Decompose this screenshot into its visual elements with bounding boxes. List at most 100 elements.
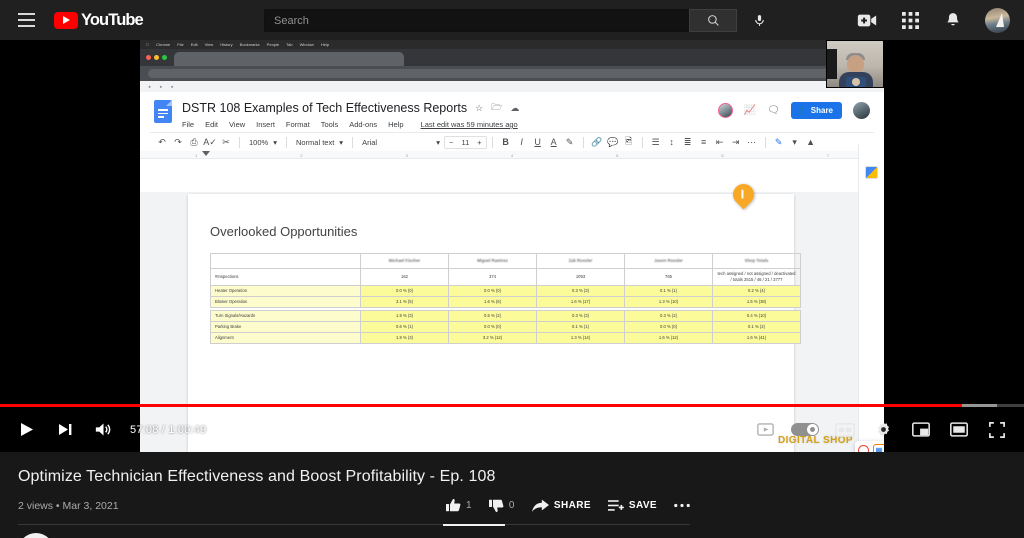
account-avatar[interactable] [985,7,1010,33]
star-icon[interactable]: ☆ [475,103,483,114]
search-input[interactable] [274,14,689,27]
dislike-button[interactable]: 0 [488,498,515,513]
ruler-tick: 3 [405,153,408,158]
insert-image-icon[interactable]: 🖻 [621,134,637,150]
autoplay-badge-button[interactable] [746,411,784,449]
share-arrow-icon [531,499,549,512]
editing-mode-chevron-icon[interactable]: ▾ [787,134,803,150]
style-value: Normal text [295,137,335,147]
paint-format-icon[interactable]: ✂ [218,134,234,150]
font-size-stepper[interactable]: − 11 + [444,135,487,149]
window-traffic-lights[interactable] [146,49,174,66]
numbered-list-icon[interactable]: ≣ [680,134,696,150]
bookmark-item[interactable]: ★ [170,85,173,89]
more-actions-button[interactable] [674,503,690,508]
docs-menu-insert[interactable]: Insert [256,120,275,129]
docs-menu-view[interactable]: View [229,120,245,129]
zoom-select[interactable]: 100% ▾ [245,137,281,147]
add-comment-icon[interactable]: 💬 [605,134,621,150]
row-label: #Inspections [210,268,361,286]
redo-icon[interactable]: ↷ [170,134,186,150]
next-video-button[interactable] [46,411,84,449]
undo-icon[interactable]: ↶ [154,134,170,150]
maximize-window-icon[interactable] [162,55,167,60]
notifications-bell-icon[interactable] [942,9,964,31]
search-box[interactable] [264,9,689,32]
autoplay-toggle[interactable] [784,411,826,449]
like-button[interactable]: 1 [445,498,472,513]
search-button[interactable] [689,9,737,32]
last-edit-label[interactable]: Last edit was 59 minutes ago [421,120,518,129]
docs-menu-format[interactable]: Format [286,120,310,129]
table-header-cell: Michael Fischer [360,253,449,269]
bold-button[interactable]: B [498,134,514,150]
row-cell: 1093 [536,268,625,286]
row-cell: 3.2 % (12) [448,331,537,344]
highlight-icon[interactable]: ✎ [562,134,578,150]
apps-grid-icon[interactable] [899,9,921,31]
browser-tab[interactable] [174,52,404,66]
miniplayer-button[interactable] [902,411,940,449]
docs-menu-addons[interactable]: Add-ons [349,120,377,129]
spellcheck-icon[interactable]: A✓ [202,134,218,150]
video-player[interactable]:  Chrome File Edit View History Bookmark… [0,40,1024,452]
row-cell: 1.6 % (41) [712,331,801,344]
autoplay-switch[interactable] [791,423,819,436]
volume-button[interactable] [84,411,122,449]
row-cell: 0.0 % (0) [448,320,537,333]
paragraph-style-select[interactable]: Normal text ▾ [291,137,348,147]
align-icon[interactable]: ☰ [648,134,664,150]
increase-indent-icon[interactable]: ⇥ [728,134,744,150]
share-button[interactable]: SHARE [531,499,591,513]
font-size-value[interactable]: 11 [457,138,473,147]
decrease-font-size-button[interactable]: − [445,138,457,147]
decrease-indent-icon[interactable]: ⇤ [712,134,728,150]
browser-address-bar[interactable] [140,66,884,81]
fullscreen-button[interactable] [978,411,1016,449]
bookmarks-bar[interactable]: ★ ★ ★ [140,81,884,92]
table-row: Parking Brake 0.6 % (1) 0.0 % (0) 0.1 % … [210,320,801,333]
docs-menu-edit[interactable]: Edit [205,120,218,129]
print-icon[interactable]: ⎙ [186,134,202,150]
create-video-icon[interactable] [856,9,878,31]
docs-menu-file[interactable]: File [182,120,194,129]
bookmark-item[interactable]: ★ [159,85,162,89]
hide-menus-icon[interactable]: ▲ [803,134,819,150]
voice-search-button[interactable] [747,9,771,32]
play-button[interactable] [8,411,46,449]
font-select[interactable]: Arial ▾ [358,137,445,147]
share-button[interactable]: 👤 Share [790,102,842,119]
bulleted-list-icon[interactable]: ≡ [696,134,712,150]
docs-account-avatar[interactable] [853,102,870,119]
minimize-window-icon[interactable] [154,55,159,60]
increase-font-size-button[interactable]: + [473,138,485,147]
move-to-folder-icon[interactable]: 🗁 [491,100,502,116]
italic-button[interactable]: I [514,134,530,150]
close-window-icon[interactable] [146,55,151,60]
document-title[interactable]: DSTR 108 Examples of Tech Effectiveness … [182,101,467,115]
hamburger-menu-icon[interactable] [14,8,38,32]
comment-icon[interactable]: 🗨 [767,105,780,116]
settings-button[interactable] [864,411,902,449]
more-options-icon[interactable]: ⋯ [744,134,760,150]
address-input[interactable] [148,69,876,78]
theater-mode-button[interactable] [940,411,978,449]
views-and-date: 2 views • Mar 3, 2021 [18,499,119,512]
channel-avatar[interactable] [18,533,54,538]
text-color-button[interactable]: A [546,134,562,150]
docs-menu-tools[interactable]: Tools [321,120,339,129]
google-keep-icon[interactable] [865,166,878,179]
save-button[interactable]: SAVE [607,499,657,513]
docs-toolbar: ↶ ↷ ⎙ A✓ ✂ 100% ▾ Normal text ▾ Arial ▾ … [150,132,874,151]
editing-mode-icon[interactable]: ✎ [771,134,787,150]
docs-menu-help[interactable]: Help [388,120,403,129]
collaborator-avatar[interactable] [717,103,733,118]
subtitles-button[interactable] [826,411,864,449]
youtube-logo[interactable]: YouTube [54,11,144,30]
line-spacing-icon[interactable]: ↕ [664,134,680,150]
docs-ruler[interactable]: 1 2 3 4 5 6 7 [140,151,884,159]
insert-link-icon[interactable]: 🔗 [589,134,605,150]
bookmark-item[interactable]: ★ [148,85,151,89]
activity-dashboard-icon[interactable]: 📈 [744,105,756,116]
underline-button[interactable]: U [530,134,546,150]
